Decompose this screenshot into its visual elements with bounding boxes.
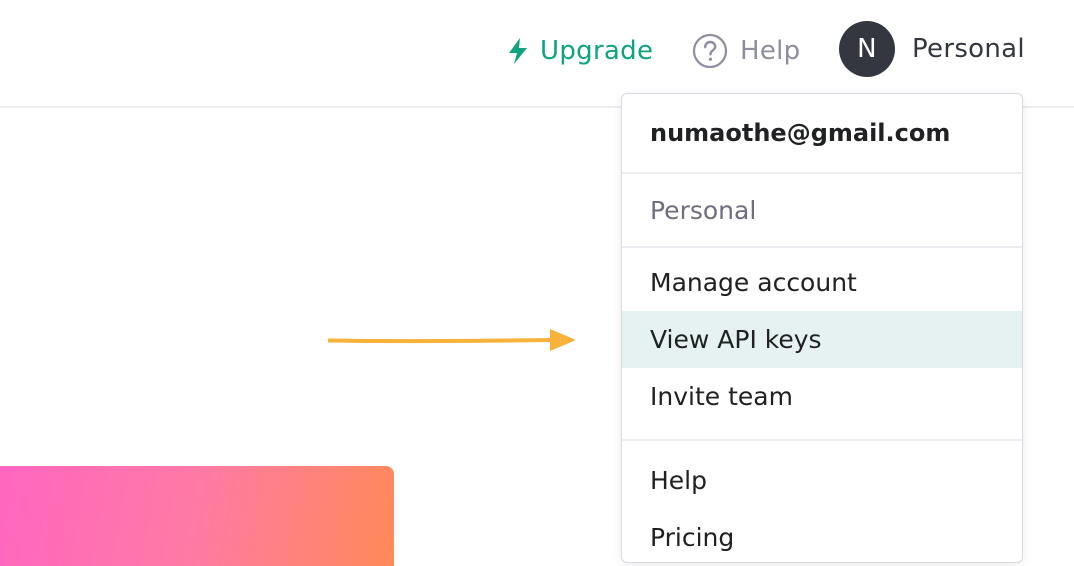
help-link[interactable]: Help bbox=[692, 30, 800, 72]
gradient-banner-card bbox=[0, 466, 394, 566]
help-label: Help bbox=[740, 36, 801, 66]
account-menu-group: Manage account View API keys Invite team bbox=[622, 248, 1022, 441]
menu-item-view-api-keys[interactable]: View API keys bbox=[622, 311, 1022, 368]
account-email: numaothe@gmail.com bbox=[650, 119, 951, 147]
upgrade-label: Upgrade bbox=[540, 36, 654, 66]
avatar: N bbox=[839, 21, 895, 77]
organization-selector[interactable]: Personal bbox=[622, 174, 1022, 246]
account-menu-button[interactable]: N Personal bbox=[839, 21, 1025, 77]
more-menu-group: Help Pricing bbox=[622, 441, 1022, 562]
lightning-bolt-icon bbox=[509, 38, 527, 64]
menu-item-invite-team[interactable]: Invite team bbox=[622, 368, 1022, 425]
account-dropdown-menu: numaothe@gmail.com Personal Manage accou… bbox=[621, 93, 1023, 563]
question-circle-icon bbox=[692, 33, 728, 69]
arrow-right-icon bbox=[328, 329, 576, 351]
account-label: Personal bbox=[912, 34, 1025, 64]
menu-item-help[interactable]: Help bbox=[622, 452, 1022, 509]
top-navigation-bar: Upgrade Help N Personal bbox=[0, 0, 1074, 108]
menu-item-manage-account[interactable]: Manage account bbox=[622, 254, 1022, 311]
menu-item-pricing[interactable]: Pricing bbox=[622, 509, 1022, 562]
upgrade-link[interactable]: Upgrade bbox=[506, 30, 653, 72]
